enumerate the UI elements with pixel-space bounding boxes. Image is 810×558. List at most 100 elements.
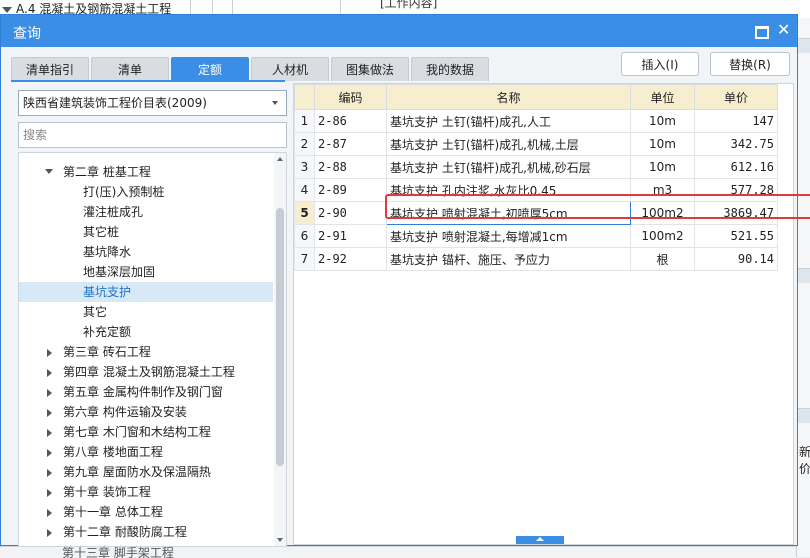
tree-item[interactable]: 基坑支护	[19, 282, 273, 302]
name-cell[interactable]: 基坑支护 孔内注浆,水灰比0.45	[386, 178, 631, 202]
price-cell[interactable]: 342.75	[694, 132, 778, 156]
price-cell[interactable]: 521.55	[694, 224, 778, 248]
header-code[interactable]: 编码	[314, 84, 387, 110]
tree-item[interactable]: 第十一章 总体工程	[19, 502, 273, 522]
header-price[interactable]: 单价	[694, 84, 778, 110]
tree-item[interactable]: 地基深层加固	[19, 262, 273, 282]
name-cell[interactable]: 基坑支护 喷射混凝土,每增减1cm	[386, 224, 631, 248]
tree-scrollbar[interactable]	[274, 153, 286, 546]
tree-item[interactable]: 基坑降水	[19, 242, 273, 262]
table-row[interactable]: 5 2-90 基坑支护 喷射混凝土,初喷厚5cm 100m2 3869.47	[294, 201, 778, 225]
unit-cell[interactable]: 10m	[630, 155, 695, 179]
collapsed-arrow-icon[interactable]	[47, 369, 52, 377]
tree-item[interactable]: 第九章 屋面防水及保温隔热	[19, 462, 273, 482]
tree-item[interactable]: 第四章 混凝土及钢筋混凝土工程	[19, 362, 273, 382]
code-cell[interactable]: 2-90	[314, 201, 387, 225]
scroll-down-icon[interactable]	[277, 538, 283, 542]
tree-item[interactable]: 第十二章 耐酸防腐工程	[19, 522, 273, 542]
partial-tree-row: 第十三章 脚手架工程	[62, 546, 174, 558]
tree-item[interactable]: 第十章 装饰工程	[19, 482, 273, 502]
insert-button[interactable]: 插入(I)	[621, 52, 699, 76]
collapsed-arrow-icon[interactable]	[47, 349, 52, 357]
tree-item[interactable]: 第五章 金属构件制作及钢门窗	[19, 382, 273, 402]
name-cell[interactable]: 基坑支护 土钉(锚杆)成孔,机械,砂石层	[386, 155, 631, 179]
row-index[interactable]: 3	[294, 155, 315, 179]
name-cell[interactable]: 基坑支护 喷射混凝土,初喷厚5cm	[386, 201, 631, 225]
tree-item[interactable]: 第三章 砖石工程	[19, 342, 273, 362]
tree-item[interactable]: 第十三章 脚手架工程	[19, 542, 273, 546]
table-row[interactable]: 1 2-86 基坑支护 土钉(锚杆)成孔,人工 10m 147	[294, 109, 778, 133]
code-cell[interactable]: 2-91	[314, 224, 387, 248]
expanded-arrow-icon[interactable]	[45, 169, 53, 174]
tree-item[interactable]: 第七章 木门窗和木结构工程	[19, 422, 273, 442]
tab-bill-guide[interactable]: 清单指引	[11, 57, 89, 81]
tree-item[interactable]: 补充定额	[19, 322, 273, 342]
search-input[interactable]: 搜索	[18, 122, 287, 148]
name-cell[interactable]: 基坑支护 锚杆、施压、予应力	[386, 247, 631, 271]
price-cell[interactable]: 90.14	[694, 247, 778, 271]
tab-labor-material-machine[interactable]: 人材机	[251, 57, 329, 81]
tree-item[interactable]: 第八章 楼地面工程	[19, 442, 273, 462]
collapsed-arrow-icon[interactable]	[47, 469, 52, 477]
tree-item-label: 其它桩	[83, 225, 120, 239]
tree-item-label: 第十章 装饰工程	[63, 485, 151, 499]
tab-bill[interactable]: 清单	[91, 57, 169, 81]
row-index[interactable]: 7	[294, 247, 315, 271]
unit-cell[interactable]: m3	[630, 178, 695, 202]
tree-item[interactable]: 其它桩	[19, 222, 273, 242]
code-cell[interactable]: 2-87	[314, 132, 387, 156]
unit-cell[interactable]: 100m2	[630, 224, 695, 248]
tree-item[interactable]: 其它	[19, 302, 273, 322]
tab-atlas-practice[interactable]: 图集做法	[331, 57, 409, 81]
code-cell[interactable]: 2-88	[314, 155, 387, 179]
table-row[interactable]: 6 2-91 基坑支护 喷射混凝土,每增减1cm 100m2 521.55	[294, 224, 778, 248]
collapsed-arrow-icon[interactable]	[47, 509, 52, 517]
tab-quota[interactable]: 定额	[171, 57, 249, 81]
close-icon[interactable]: ✕	[777, 20, 790, 40]
unit-cell[interactable]: 10m	[630, 109, 695, 133]
collapsed-arrow-icon[interactable]	[47, 429, 52, 437]
library-select[interactable]: 陕西省建筑装饰工程价目表(2009)	[18, 90, 287, 116]
name-cell[interactable]: 基坑支护 土钉(锚杆)成孔,机械,土层	[386, 132, 631, 156]
unit-cell[interactable]: 10m	[630, 132, 695, 156]
code-cell[interactable]: 2-89	[314, 178, 387, 202]
panel-stripe	[797, 408, 810, 423]
collapse-arrow-icon	[536, 537, 544, 541]
unit-cell[interactable]: 根	[630, 247, 695, 271]
header-name[interactable]: 名称	[386, 84, 631, 110]
row-index[interactable]: 6	[294, 224, 315, 248]
collapsed-arrow-icon[interactable]	[47, 389, 52, 397]
code-cell[interactable]: 2-86	[314, 109, 387, 133]
dialog-titlebar[interactable]: 查询 ✕	[1, 15, 797, 47]
splitter-handle[interactable]	[516, 536, 564, 544]
maximize-icon[interactable]	[755, 26, 769, 39]
collapsed-arrow-icon[interactable]	[47, 449, 52, 457]
tree-item[interactable]: 灌注桩成孔	[19, 202, 273, 222]
row-index[interactable]: 2	[294, 132, 315, 156]
scroll-up-icon[interactable]	[277, 157, 283, 161]
table-row[interactable]: 3 2-88 基坑支护 土钉(锚杆)成孔,机械,砂石层 10m 612.16	[294, 155, 778, 179]
row-index[interactable]: 5	[294, 201, 315, 225]
tree-item[interactable]: 第二章 桩基工程	[19, 162, 273, 182]
name-cell[interactable]: 基坑支护 土钉(锚杆)成孔,人工	[386, 109, 631, 133]
row-index[interactable]: 4	[294, 178, 315, 202]
scroll-thumb[interactable]	[276, 208, 284, 466]
unit-cell[interactable]: 100m2	[630, 201, 695, 225]
price-cell[interactable]: 577.28	[694, 178, 778, 202]
tab-my-data[interactable]: 我的数据	[411, 57, 489, 81]
table-row[interactable]: 7 2-92 基坑支护 锚杆、施压、予应力根 90.14	[294, 247, 778, 271]
row-index[interactable]: 1	[294, 109, 315, 133]
code-cell[interactable]: 2-92	[314, 247, 387, 271]
table-row[interactable]: 2 2-87 基坑支护 土钉(锚杆)成孔,机械,土层 10m 342.75	[294, 132, 778, 156]
tree-item[interactable]: 打(压)入预制桩	[19, 182, 273, 202]
price-cell[interactable]: 3869.47	[694, 201, 778, 225]
price-cell[interactable]: 612.16	[694, 155, 778, 179]
replace-button[interactable]: 替换(R)	[710, 52, 790, 76]
collapsed-arrow-icon[interactable]	[47, 489, 52, 497]
table-row[interactable]: 4 2-89 基坑支护 孔内注浆,水灰比0.45 m3 577.28	[294, 178, 778, 202]
collapsed-arrow-icon[interactable]	[47, 409, 52, 417]
header-unit[interactable]: 单位	[630, 84, 695, 110]
tree-item[interactable]: 第六章 构件运输及安装	[19, 402, 273, 422]
price-cell[interactable]: 147	[694, 109, 778, 133]
collapsed-arrow-icon[interactable]	[47, 529, 52, 537]
